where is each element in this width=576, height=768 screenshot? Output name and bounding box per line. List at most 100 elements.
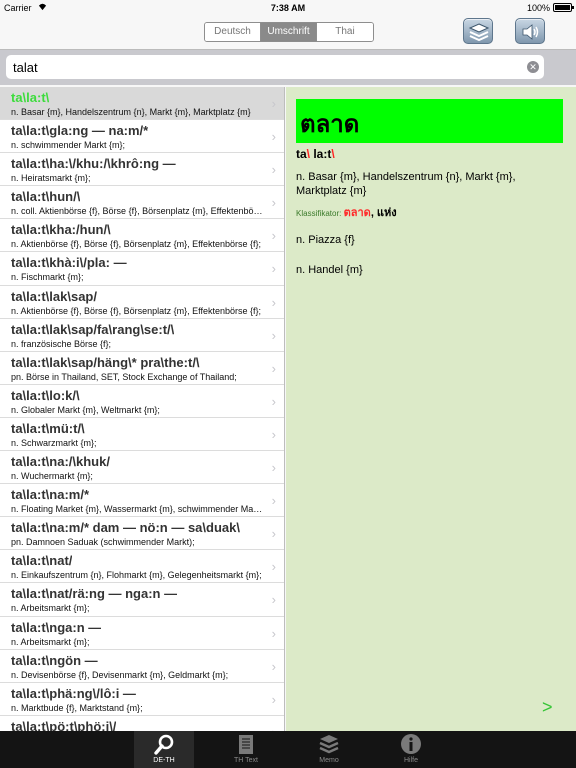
list-item[interactable]: ta\la:t\nat/n. Einkaufszentrum {n}, Floh… — [0, 550, 284, 584]
info-icon — [401, 734, 421, 754]
chevron-right-icon: › — [271, 360, 276, 376]
search-bar: ✕ — [0, 49, 576, 85]
chevron-right-icon: › — [271, 96, 276, 111]
classifier-value[interactable]: ตลาด — [344, 207, 371, 219]
list-item-sub: n. coll. Aktienbörse {f}, Börse {f}, Bör… — [11, 206, 265, 217]
list-item[interactable]: ta\la:t\mü:t/\ n. Schwarzmarkt {m}; › — [0, 418, 284, 452]
chevron-right-icon: › — [271, 691, 276, 707]
list-item-sub: n. Devisenbörse {f}, Devisenmarkt {m}, G… — [11, 669, 229, 680]
chevron-right-icon: › — [271, 526, 276, 542]
list-item-sub: n. Arbeitsmarkt {m}; — [11, 636, 90, 647]
list-item-head: ta\la:t\ngön — — [11, 652, 98, 668]
list-item-head: ta\la:t\pö:t\phö:i\/ — [11, 718, 117, 731]
list-item-head: ta\la:t\nat/ — [11, 553, 73, 569]
toolbar: Deutsch Umschrift Thai — [0, 15, 576, 49]
list-item-head: ta\la:t\lo:k/\ — [11, 387, 80, 403]
list-item[interactable]: ta\la:t\kha:/hun/\ n. Aktienbörse {f}, Bö… — [0, 219, 284, 253]
list-item-head: ta\la:t\lak\sap/fa\rang\se:t/\ — [11, 321, 175, 337]
list-item-head: ta\la:t\nga:n — — [11, 619, 102, 635]
chevron-right-icon: › — [271, 162, 276, 178]
chevron-right-icon: › — [271, 426, 276, 442]
list-item[interactable]: ta\la:t\ n. Basar {m}, Handelszentrum {n}… — [0, 87, 284, 121]
layers-icon — [468, 23, 490, 42]
thai-word-box: ตลาด — [296, 99, 563, 143]
next-arrow-button[interactable]: > — [542, 697, 553, 718]
list-item-sub: n. Einkaufszentrum {n}, Flohmarkt {m}, G… — [11, 570, 262, 581]
list-item[interactable]: ta\la:t\lo:k/\ n. Globaler Markt {m}, Wel… — [0, 385, 284, 418]
list-item[interactable]: ta\la:t\lak\sap/n. Aktienbörse {f}, Börs… — [0, 286, 284, 319]
list-item[interactable]: ta\la:t\gla:ng — na:m/* n. schwimmender M… — [0, 120, 284, 154]
tab-memo[interactable]: Memo — [299, 731, 359, 768]
list-item-head: ta\la:t\lak\sap/häng\* pra\the:t/\ — [11, 354, 200, 370]
chevron-right-icon: › — [271, 658, 276, 674]
meaning-3: n. Handel {m} — [296, 264, 363, 276]
list-item-head: ta\la:t\ — [11, 90, 50, 105]
search-icon — [154, 734, 174, 755]
tab-hilfe[interactable]: Hilfe — [381, 731, 441, 768]
app-window: Carrier 7:38 AM 100% Deutsch Umschrift T… — [0, 0, 576, 768]
list-item[interactable]: ta\la:t\phä:ng\/lô:i — n. Marktbude {f}, … — [0, 683, 284, 716]
document-icon — [239, 735, 253, 754]
list-item-sub: n. Wuchermarkt {m}; — [11, 471, 93, 482]
list-item[interactable]: ta\la:t\na:m/* dam — nö:n — sa\duak\ pn. … — [0, 517, 284, 551]
language-segmented-control: Deutsch Umschrift Thai — [204, 22, 374, 42]
classifier-rest: , แห่ง — [370, 207, 397, 219]
results-list[interactable]: ta\la:t\ n. Basar {m}, Handelszentrum {n}… — [0, 87, 285, 731]
list-item[interactable]: ta\la:t\nat/rä:ng — nga:n — n. Arbeitsmar… — [0, 583, 284, 617]
status-time: 7:38 AM — [270, 3, 306, 13]
chevron-right-icon: › — [271, 625, 276, 641]
segment-thai[interactable]: Thai — [317, 23, 373, 41]
list-item-head: ta\la:t\ha:\/khu:/\khrô:ng — — [11, 156, 176, 172]
list-item-sub: pn. Börse in Thailand, SET, Stock Exchan… — [11, 371, 237, 382]
list-item[interactable]: ta\la:t\ha:\/khu:/\khrô:ng — n. Heiratsma… — [0, 153, 284, 187]
list-item-sub: n. Schwarzmarkt {m}; — [11, 437, 97, 448]
list-item[interactable]: ta\la:t\lak\sap/fa\rang\se:t/\ n. französ… — [0, 319, 284, 352]
list-item-head: ta\la:t\kha:/hun/\ — [11, 222, 111, 238]
chevron-right-icon: › — [271, 559, 276, 575]
segment-umschrift[interactable]: Umschrift — [261, 23, 317, 41]
chevron-right-icon: › — [271, 294, 276, 310]
chevron-right-icon: › — [271, 261, 276, 277]
chevron-right-icon: › — [271, 195, 276, 211]
list-item-sub: n. Globaler Markt {m}, Weltmarkt {m}; — [11, 404, 160, 415]
list-item-sub: n. Floating Market {m}, Wassermarkt {m},… — [11, 504, 265, 515]
list-item-head: ta\la:t\phä:ng\/lô:i — — [11, 685, 136, 701]
search-input[interactable] — [6, 55, 544, 79]
list-item-head: ta\la:t\mü:t/\ — [11, 420, 85, 436]
list-item-head: ta\la:t\nat/rä:ng — nga:n — — [11, 586, 178, 602]
battery-icon — [553, 3, 574, 12]
list-item-head: ta\la:t\lak\sap/ — [11, 288, 97, 304]
tab-th-text[interactable]: TH Text — [216, 731, 276, 768]
list-item-head: ta\la:t\gla:ng — na:m/* — [11, 123, 149, 139]
chevron-right-icon: › — [271, 592, 276, 608]
chevron-right-icon: › — [271, 393, 276, 409]
list-item[interactable]: ta\la:t\pö:t\phö:i\/n. offener Markt {m}… — [0, 716, 284, 731]
chevron-right-icon: › — [271, 327, 276, 343]
clear-icon[interactable]: ✕ — [527, 61, 539, 73]
list-item-sub: n. Heiratsmarkt {m}; — [11, 173, 91, 184]
list-item-head: ta\la:t\khà:i\/pla: — — [11, 255, 127, 271]
tab-de-th[interactable]: DE-TH — [134, 731, 194, 768]
speaker-icon — [522, 24, 539, 40]
layers-button[interactable] — [463, 18, 493, 44]
list-item[interactable]: ta\la:t\na:m/* n. Floating Market {m}, Wa… — [0, 484, 284, 518]
list-item-head: ta\la:t\na:m/* dam — nö:n — sa\duak\ — [11, 520, 240, 536]
thai-word: ตลาด — [300, 110, 360, 138]
list-item[interactable]: ta\la:t\lak\sap/häng\* pra\the:t/\ pn. Bö… — [0, 352, 284, 385]
list-item-sub: n. Basar {m}, Handelszentrum {n}, Markt … — [11, 107, 251, 117]
meaning-2: n. Piazza {f} — [296, 234, 355, 246]
tab-bar: DE-TH TH Text Memo Hilfe — [0, 731, 576, 768]
list-item[interactable]: ta\la:t\ngön — n. Devisenbörse {f}, Devis… — [0, 650, 284, 683]
transliteration: ta\ la:t\ — [296, 147, 335, 161]
list-item-head: ta\la:t\na:/\khuk/ — [11, 454, 110, 470]
segment-deutsch[interactable]: Deutsch — [205, 23, 261, 41]
list-item[interactable]: ta\la:t\hun/\ n. coll. Aktienbörse {f}, B… — [0, 186, 284, 220]
chevron-right-icon: › — [271, 460, 276, 476]
list-item[interactable]: ta\la:t\nga:n — n. Arbeitsmarkt {m}; › — [0, 617, 284, 650]
list-item-sub: n. schwimmender Markt {m}; — [11, 140, 126, 151]
list-item[interactable]: ta\la:t\khà:i\/pla: — n. Fischmarkt {m}; › — [0, 252, 284, 286]
sound-button[interactable] — [515, 18, 545, 44]
list-item-sub: n. Aktienbörse {f}, Börse {f}, Börsenpla… — [11, 239, 261, 250]
list-item[interactable]: ta\la:t\na:/\khuk/n. Wuchermarkt {m}; › — [0, 451, 284, 485]
list-item-sub: pn. Damnoen Saduak (schwimmender Markt); — [11, 537, 195, 548]
